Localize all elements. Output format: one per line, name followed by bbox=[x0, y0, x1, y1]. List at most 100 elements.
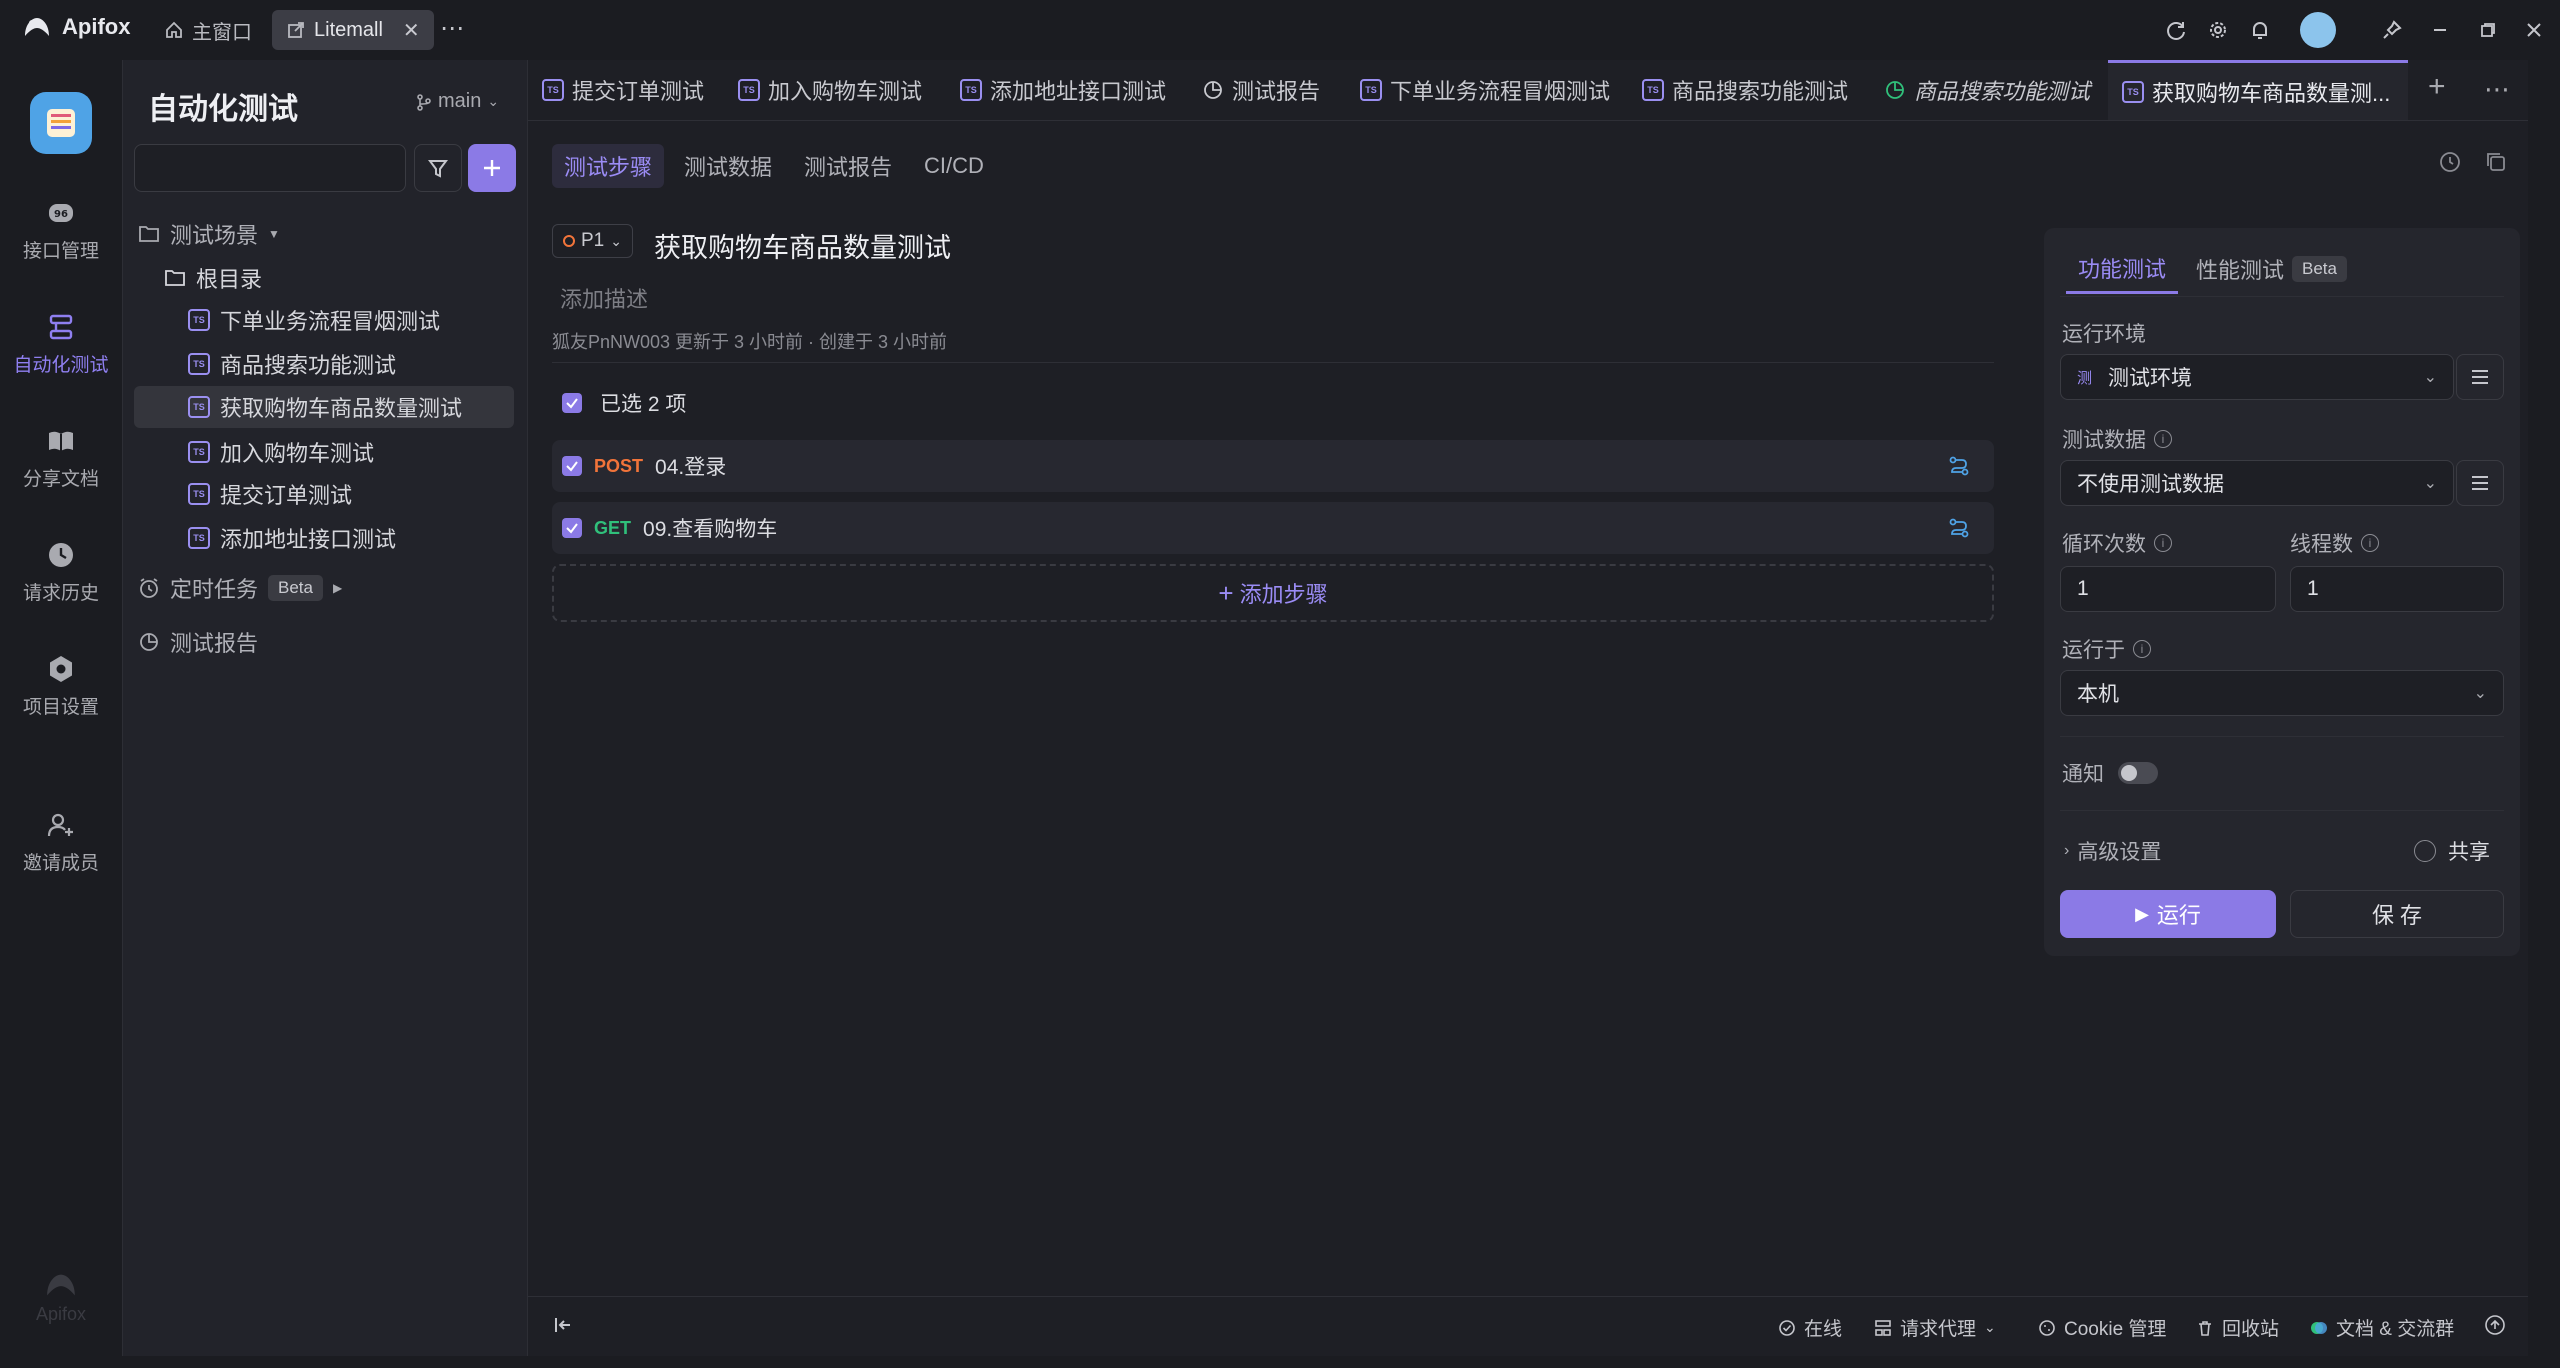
doc-tab[interactable]: TS 下单业务流程冒烟测试 bbox=[1346, 60, 1624, 120]
status-proxy[interactable]: 请求代理 ⌄ bbox=[1874, 1314, 1996, 1341]
run-button[interactable]: ▶ 运行 bbox=[2060, 890, 2276, 938]
tree-case[interactable]: TS 商品搜索功能测试 bbox=[188, 344, 514, 384]
rail-item-share-docs[interactable]: 分享文档 bbox=[0, 426, 122, 491]
sidebar-search[interactable] bbox=[134, 144, 424, 192]
avatar[interactable] bbox=[2300, 12, 2336, 48]
copy-icon[interactable] bbox=[2484, 150, 2508, 174]
subtab-steps[interactable]: 测试步骤 bbox=[552, 144, 665, 188]
divider bbox=[2060, 810, 2504, 811]
info-icon[interactable]: i bbox=[2154, 430, 2172, 448]
filter-button[interactable] bbox=[414, 144, 462, 192]
tree-case[interactable]: TS 提交订单测试 bbox=[188, 474, 514, 514]
subtab-cicd[interactable]: CI/CD bbox=[912, 144, 996, 188]
doc-tab[interactable]: TS 添加地址接口测试 bbox=[946, 60, 1180, 120]
branch-selector[interactable]: main ⌄ bbox=[416, 90, 499, 113]
more-windows-icon[interactable]: ⋯ bbox=[440, 14, 464, 43]
priority-select[interactable]: P1 ⌄ bbox=[552, 224, 633, 258]
info-icon[interactable]: i bbox=[2133, 640, 2151, 658]
subtab-report[interactable]: 测试报告 bbox=[792, 144, 904, 188]
select-all-row[interactable]: 已选 2 项 bbox=[562, 388, 686, 418]
tree-case[interactable]: TS 下单业务流程冒烟测试 bbox=[188, 300, 514, 340]
advanced-settings-toggle[interactable]: › 高级设置 bbox=[2064, 836, 2161, 866]
priority-dot-icon bbox=[563, 235, 575, 247]
maximize-icon[interactable] bbox=[2472, 14, 2504, 46]
more-tabs-icon[interactable]: ⋯ bbox=[2484, 74, 2510, 105]
project-logo[interactable] bbox=[30, 92, 92, 154]
plus-icon: + bbox=[1218, 577, 1234, 608]
tree-root[interactable]: 根目录 bbox=[164, 258, 262, 298]
tree-case-selected[interactable]: TS 获取购物车商品数量测试 bbox=[134, 386, 514, 428]
new-tab-button[interactable]: + bbox=[2428, 70, 2446, 104]
step-row[interactable]: POST 04.登录 bbox=[552, 440, 1994, 492]
thread-count-input[interactable]: 1 bbox=[2290, 566, 2504, 612]
share-checkbox-row[interactable]: 共享 bbox=[2414, 836, 2490, 866]
case-title[interactable]: 获取购物车商品数量测试 bbox=[654, 226, 951, 265]
doc-tab-preview[interactable]: 商品搜索功能测试 bbox=[1870, 60, 2104, 120]
data-manage-button[interactable] bbox=[2456, 460, 2504, 506]
checkbox-checked-icon[interactable] bbox=[562, 456, 582, 476]
chevron-down-icon: ⌄ bbox=[1984, 1319, 1996, 1335]
run-label: 运行 bbox=[2156, 903, 2201, 928]
env-select[interactable]: 测 测试环境 ⌄ bbox=[2060, 354, 2454, 400]
status-cookie-label: Cookie 管理 bbox=[2064, 1319, 2167, 1340]
rail-item-settings[interactable]: 项目设置 bbox=[0, 654, 122, 719]
env-manage-button[interactable] bbox=[2456, 354, 2504, 400]
rail-label: 分享文档 bbox=[22, 469, 99, 490]
window-tab-litemall[interactable]: Litemall ✕ bbox=[272, 10, 434, 50]
tree-scheduled[interactable]: 定时任务 Beta ▶ bbox=[138, 568, 342, 608]
checkbox-checked-icon[interactable] bbox=[562, 518, 582, 538]
status-recycle[interactable]: 回收站 bbox=[2196, 1314, 2279, 1341]
upload-icon[interactable] bbox=[2484, 1314, 2506, 1336]
rail-item-history[interactable]: 请求历史 bbox=[0, 540, 122, 605]
status-docs[interactable]: 文档 & 交流群 bbox=[2310, 1314, 2454, 1341]
minimize-icon[interactable] bbox=[2424, 14, 2456, 46]
subtab-data[interactable]: 测试数据 bbox=[672, 144, 784, 188]
info-icon[interactable]: i bbox=[2154, 534, 2172, 552]
report-icon bbox=[1886, 81, 1904, 99]
close-window-icon[interactable] bbox=[2518, 14, 2550, 46]
add-button[interactable] bbox=[468, 144, 516, 192]
info-icon[interactable]: i bbox=[2361, 534, 2379, 552]
step-row[interactable]: GET 09.查看购物车 bbox=[552, 502, 1994, 554]
save-button[interactable]: 保 存 bbox=[2290, 890, 2504, 938]
collapse-sidebar-icon[interactable] bbox=[552, 1314, 574, 1336]
tree-case[interactable]: TS 添加地址接口测试 bbox=[188, 518, 514, 558]
tree-scenes[interactable]: 测试场景 ▼ bbox=[138, 214, 280, 254]
status-cookie[interactable]: Cookie 管理 bbox=[2038, 1314, 2166, 1341]
search-input[interactable] bbox=[159, 156, 424, 180]
status-online[interactable]: 在线 bbox=[1778, 1314, 1842, 1341]
link-icon[interactable] bbox=[1948, 517, 1970, 539]
tree-case[interactable]: TS 加入购物车测试 bbox=[188, 432, 514, 472]
doc-tab[interactable]: TS 商品搜索功能测试 bbox=[1628, 60, 1862, 120]
close-tab-icon[interactable]: ✕ bbox=[403, 18, 420, 43]
doc-tab[interactable]: 测试报告 bbox=[1188, 60, 1334, 120]
window-tab-home[interactable]: 主窗口 bbox=[150, 10, 266, 50]
test-scenario-icon: TS bbox=[1360, 79, 1382, 101]
pin-icon[interactable] bbox=[2376, 14, 2408, 46]
rail-item-invite[interactable]: 邀请成员 bbox=[0, 810, 122, 875]
sidebar bbox=[122, 60, 528, 1356]
panel-tab-functional[interactable]: 功能测试 bbox=[2066, 244, 2179, 294]
refresh-icon[interactable] bbox=[2160, 14, 2192, 46]
share-checkbox[interactable] bbox=[2414, 840, 2436, 862]
apifox-logo-icon bbox=[47, 1274, 75, 1296]
doc-tab-active[interactable]: TS 获取购物车商品数量测... bbox=[2108, 60, 2408, 120]
loop-count-input[interactable]: 1 bbox=[2060, 566, 2276, 612]
doc-tab[interactable]: TS 加入购物车测试 bbox=[724, 60, 936, 120]
notify-toggle[interactable] bbox=[2118, 762, 2158, 784]
tree-reports[interactable]: 测试报告 bbox=[138, 622, 258, 662]
doc-tab[interactable]: TS 提交订单测试 bbox=[528, 60, 718, 120]
bell-icon[interactable] bbox=[2244, 14, 2276, 46]
test-data-select[interactable]: 不使用测试数据 ⌄ bbox=[2060, 460, 2454, 506]
history-icon[interactable] bbox=[2438, 150, 2462, 174]
panel-tab-performance[interactable]: 性能测试 Beta bbox=[2184, 244, 2359, 294]
checkbox-checked-icon[interactable] bbox=[562, 393, 582, 413]
rail-item-api[interactable]: 96 接口管理 bbox=[0, 198, 122, 263]
link-icon[interactable] bbox=[1948, 455, 1970, 477]
add-step-button[interactable]: + 添加步骤 bbox=[552, 564, 1994, 622]
doc-tab-label: 商品搜索功能测试 bbox=[1672, 79, 1849, 104]
description-field[interactable]: 添加描述 bbox=[560, 282, 648, 314]
rail-item-automation[interactable]: 自动化测试 bbox=[0, 312, 122, 377]
gear-icon[interactable] bbox=[2202, 14, 2234, 46]
runon-select[interactable]: 本机 ⌄ bbox=[2060, 670, 2504, 716]
